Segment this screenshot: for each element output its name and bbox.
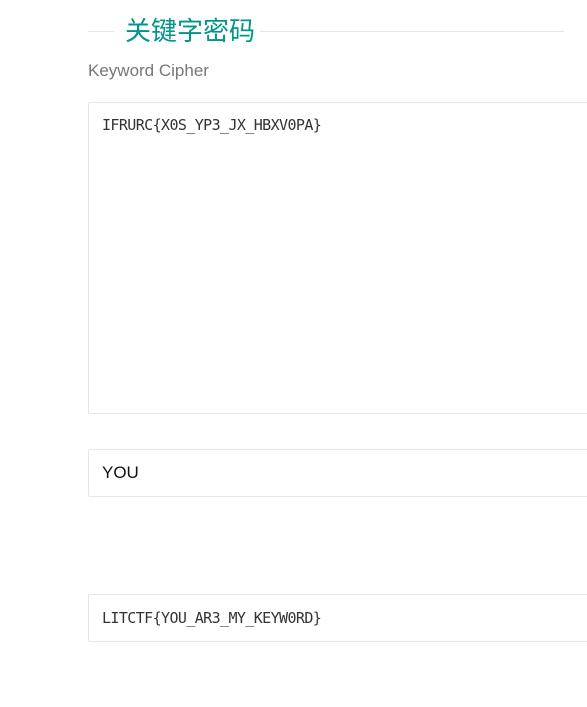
page-subtitle: Keyword Cipher [88,61,209,80]
result-output[interactable]: LITCTF{YOU_AR3_MY_KEYW0RD} [88,594,587,642]
keyword-input[interactable]: YOU [88,449,587,497]
keyword-value: YOU [102,463,139,482]
page-title: 关键字密码 [125,17,256,47]
result-value: LITCTF{YOU_AR3_MY_KEYW0RD} [102,609,322,627]
title-divider-right [260,31,564,32]
page-title-row: 关键字密码 [88,16,564,48]
ciphertext-textarea[interactable]: IFRURC{X0S_YP3_JX_HBXV0PA} [88,102,587,414]
ciphertext-value: IFRURC{X0S_YP3_JX_HBXV0PA} [102,116,322,134]
title-divider-left [88,31,114,32]
